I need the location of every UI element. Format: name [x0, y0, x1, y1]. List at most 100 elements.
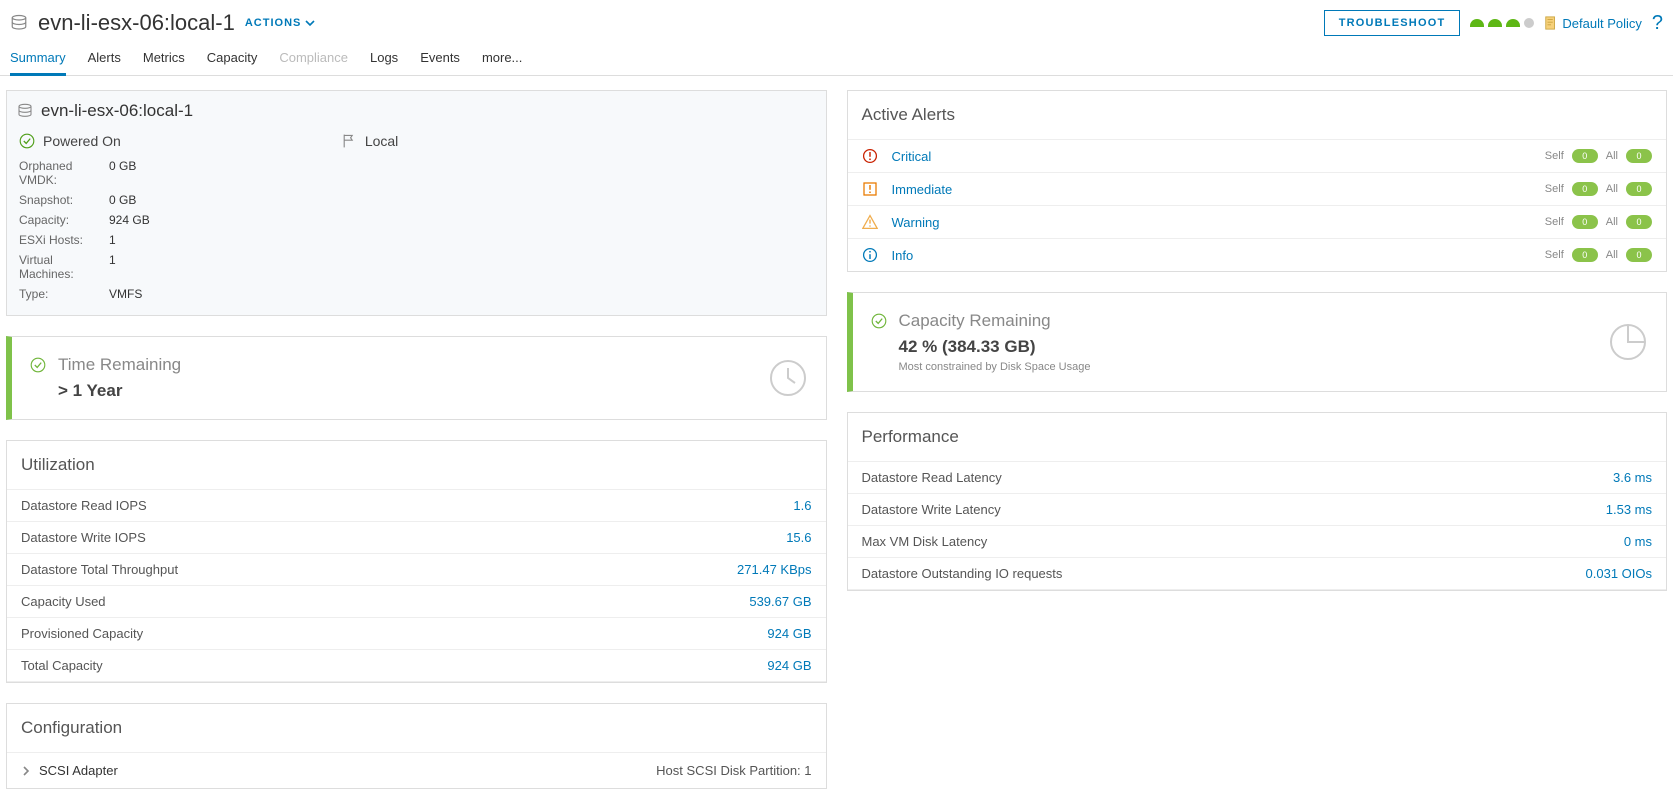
badge-dot-icon: [1470, 19, 1484, 27]
locality-status: Local: [341, 133, 398, 149]
expand-icon[interactable]: [21, 766, 31, 776]
metric-value[interactable]: 539.67 GB: [749, 594, 811, 609]
tab-events[interactable]: Events: [420, 50, 460, 75]
metric-row: Datastore Read Latency 3.6 ms: [848, 462, 1667, 494]
tab-summary[interactable]: Summary: [10, 50, 66, 76]
metric-label: Datastore Read IOPS: [21, 498, 147, 513]
status-badges[interactable]: [1470, 18, 1534, 28]
all-count-pill[interactable]: 0: [1626, 215, 1652, 229]
metric-value[interactable]: 15.6: [786, 530, 811, 545]
self-label: Self: [1545, 216, 1564, 228]
severity-link[interactable]: Critical: [892, 149, 992, 164]
kv-value: 0 GB: [109, 159, 816, 187]
capacity-remaining-value: 42 % (384.33 GB): [899, 337, 1091, 357]
severity-icon: [862, 214, 878, 230]
all-label: All: [1606, 216, 1618, 228]
metric-value[interactable]: 271.47 KBps: [737, 562, 811, 577]
tab-capacity[interactable]: Capacity: [207, 50, 258, 75]
metric-row: Datastore Total Throughput 271.47 KBps: [7, 554, 826, 586]
tab-alerts[interactable]: Alerts: [88, 50, 121, 75]
overview-properties: Orphaned VMDK: 0 GB Snapshot: 0 GB Capac…: [17, 159, 816, 301]
performance-title: Performance: [848, 413, 1667, 461]
metric-label: Datastore Write IOPS: [21, 530, 146, 545]
self-label: Self: [1545, 150, 1564, 162]
metric-row: Total Capacity 924 GB: [7, 650, 826, 682]
kv-label: ESXi Hosts:: [19, 233, 109, 247]
configuration-title: Configuration: [7, 704, 826, 752]
tab-more[interactable]: more...: [482, 50, 522, 75]
metric-value[interactable]: 0 ms: [1624, 534, 1652, 549]
power-status: Powered On: [19, 133, 121, 149]
self-label: Self: [1545, 183, 1564, 195]
all-count-pill[interactable]: 0: [1626, 248, 1652, 262]
actions-dropdown[interactable]: ACTIONS: [245, 17, 316, 29]
severity-link[interactable]: Warning: [892, 215, 992, 230]
policy-label: Default Policy: [1562, 16, 1641, 31]
utilization-title: Utilization: [7, 441, 826, 489]
severity-link[interactable]: Info: [892, 248, 992, 263]
metric-label: Datastore Read Latency: [862, 470, 1002, 485]
all-count-pill[interactable]: 0: [1626, 182, 1652, 196]
performance-card: Performance Datastore Read Latency 3.6 ms…: [847, 412, 1668, 591]
metric-label: Datastore Total Throughput: [21, 562, 178, 577]
right-column: Active Alerts Critical Self 0 All 0 Immediate…: [847, 90, 1668, 789]
alerts-title: Active Alerts: [848, 91, 1667, 139]
capacity-remaining-title: Capacity Remaining: [899, 311, 1091, 337]
flag-icon: [341, 133, 357, 149]
tab-logs[interactable]: Logs: [370, 50, 398, 75]
alert-counts: Self 0 All 0: [1545, 149, 1652, 163]
tab-metrics[interactable]: Metrics: [143, 50, 185, 75]
self-count-pill[interactable]: 0: [1572, 248, 1598, 262]
summary-content: evn-li-esx-06:local-1 Powered On Local: [0, 76, 1673, 803]
check-icon: [19, 133, 35, 149]
all-label: All: [1606, 249, 1618, 261]
alert-row: InfoSelf0All0: [848, 238, 1667, 271]
metric-label: Total Capacity: [21, 658, 103, 673]
page-header: evn-li-esx-06:local-1 ACTIONS TROUBLESHO…: [0, 0, 1673, 36]
kv-label: Orphaned VMDK:: [19, 159, 109, 187]
config-row-scsi: SCSI Adapter Host SCSI Disk Partition: 1: [7, 752, 826, 788]
severity-link[interactable]: Immediate: [892, 182, 992, 197]
self-count-pill[interactable]: 0: [1572, 182, 1598, 196]
self-count-pill[interactable]: 0: [1572, 215, 1598, 229]
troubleshoot-button[interactable]: TROUBLESHOOT: [1324, 10, 1461, 36]
metric-value[interactable]: 1.53 ms: [1606, 502, 1652, 517]
metric-value[interactable]: 3.6 ms: [1613, 470, 1652, 485]
metric-value[interactable]: 0.031 OIOs: [1586, 566, 1652, 581]
overview-title-row: evn-li-esx-06:local-1: [17, 101, 816, 129]
policy-link[interactable]: Default Policy: [1544, 16, 1641, 31]
performance-list: Datastore Read Latency 3.6 ms Datastore Wr…: [848, 461, 1667, 590]
policy-icon: [1544, 16, 1558, 30]
all-count-pill[interactable]: 0: [1626, 149, 1652, 163]
alert-row: Warning Self 0 All 0: [848, 205, 1667, 238]
pie-icon: [1608, 322, 1648, 362]
kv-label: Snapshot:: [19, 193, 109, 207]
metric-row: Max VM Disk Latency0 ms: [848, 526, 1667, 558]
metric-label: Datastore Outstanding IO requests: [862, 566, 1063, 581]
page-title: evn-li-esx-06:local-1: [38, 10, 235, 36]
metric-row: Datastore Write Latency1.53 ms: [848, 494, 1667, 526]
locality-label: Local: [365, 133, 398, 149]
all-label: All: [1606, 183, 1618, 195]
chevron-down-icon: [305, 18, 315, 28]
kv-label: Type:: [19, 287, 109, 301]
metric-label: Provisioned Capacity: [21, 626, 143, 641]
capacity-remaining-body: Capacity Remaining 42 % (384.33 GB) Most…: [899, 311, 1091, 373]
alert-counts: Self0All0: [1545, 248, 1652, 262]
self-count-pill[interactable]: 0: [1572, 149, 1598, 163]
power-status-label: Powered On: [43, 133, 121, 149]
header-right: TROUBLESHOOT Default Policy ?: [1324, 10, 1663, 36]
metric-value[interactable]: 924 GB: [767, 626, 811, 641]
help-icon[interactable]: ?: [1652, 12, 1663, 35]
header-left: evn-li-esx-06:local-1 ACTIONS: [10, 10, 315, 36]
time-remaining-card: Time Remaining > 1 Year: [6, 336, 827, 420]
config-row-value: Host SCSI Disk Partition: 1: [656, 763, 811, 778]
overview-status-row: Powered On Local: [17, 129, 816, 159]
metric-row: Datastore Outstanding IO requests 0.031 O…: [848, 558, 1667, 590]
metric-row: Provisioned Capacity 924 GB: [7, 618, 826, 650]
metric-value[interactable]: 1.6: [793, 498, 811, 513]
actions-label: ACTIONS: [245, 17, 302, 29]
kv-value: 0 GB: [109, 193, 816, 207]
all-label: All: [1606, 150, 1618, 162]
metric-value[interactable]: 924 GB: [767, 658, 811, 673]
